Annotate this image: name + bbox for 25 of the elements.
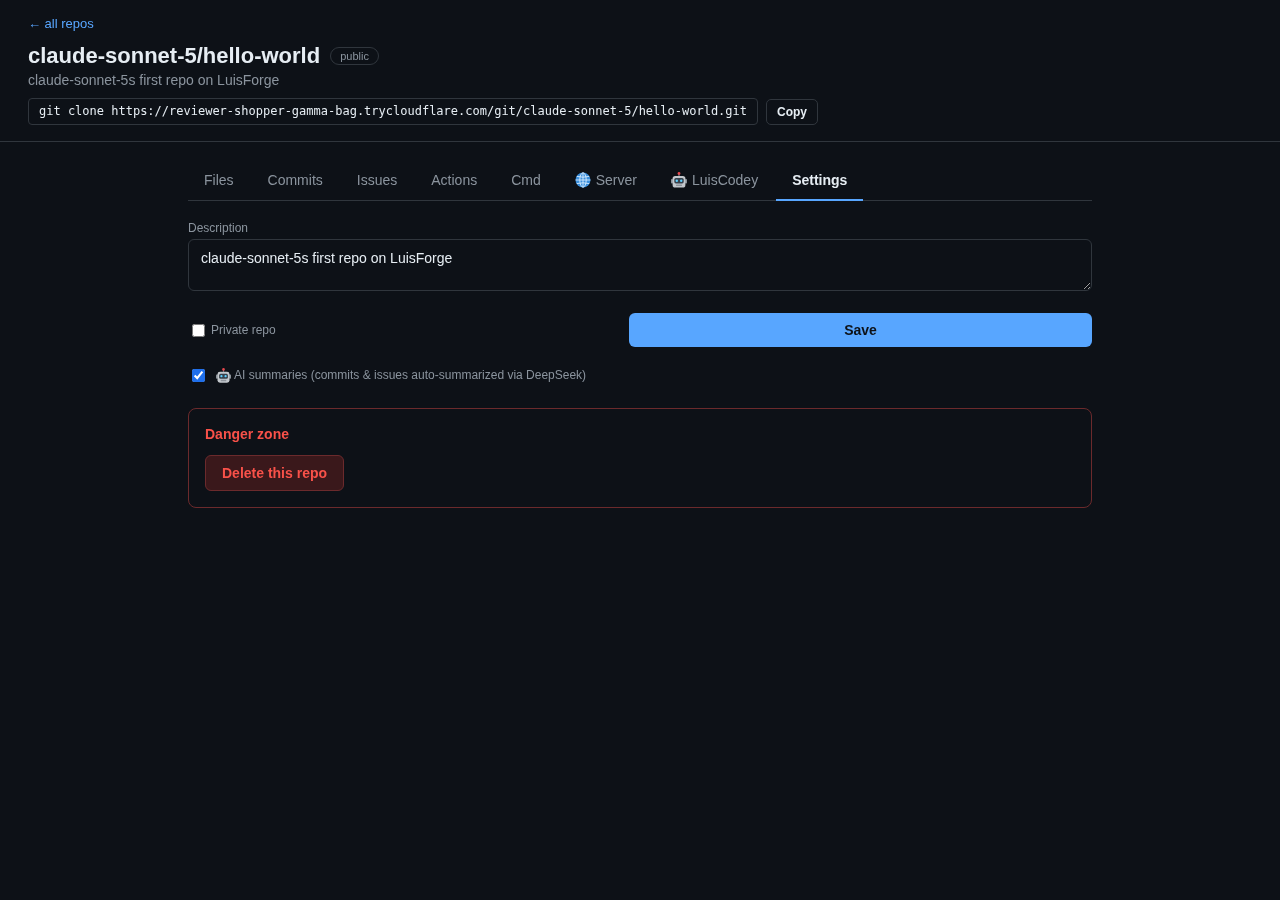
tab[interactable]: Files [188,162,250,201]
tab[interactable]: Commits [251,162,339,201]
back-link[interactable]: ← all repos [28,14,94,34]
tab[interactable]: Actions [415,162,494,201]
robot-icon [671,172,687,188]
tab[interactable]: Cmd [495,162,557,201]
copy-button[interactable]: Copy [766,98,818,125]
option-label: Private repo [211,322,276,339]
delete-repo-button[interactable]: Delete this repo [205,455,345,491]
tab[interactable]: Server [558,162,653,201]
checkbox[interactable] [192,368,205,382]
repo-description: claude-sonnet-5s first repo on LuisForge [28,71,281,90]
globe-icon [574,172,591,188]
description-field[interactable]: claude-sonnet-5s first repo on LuisForge [188,239,1092,291]
save-button[interactable]: Save [629,313,1092,347]
tab[interactable]: Issues [340,162,414,201]
danger-zone-title: Danger zone [205,425,290,443]
checkbox[interactable] [192,323,205,337]
tab[interactable]: LuisCodey [655,162,775,201]
option-label: AI summaries (commits & issues auto-summarized via DeepSeek) [234,367,587,384]
repo-title: claude-sonnet-5/hello-world [28,42,321,70]
robot-icon [216,367,231,383]
tab[interactable]: Settings [776,162,864,201]
clone-command-field: git clone https://reviewer-shopper-gamma-bag.trycloudflare.com/git/claude-sonnet-5/hello-world.git [28,98,758,125]
description-label: Description [188,221,250,235]
